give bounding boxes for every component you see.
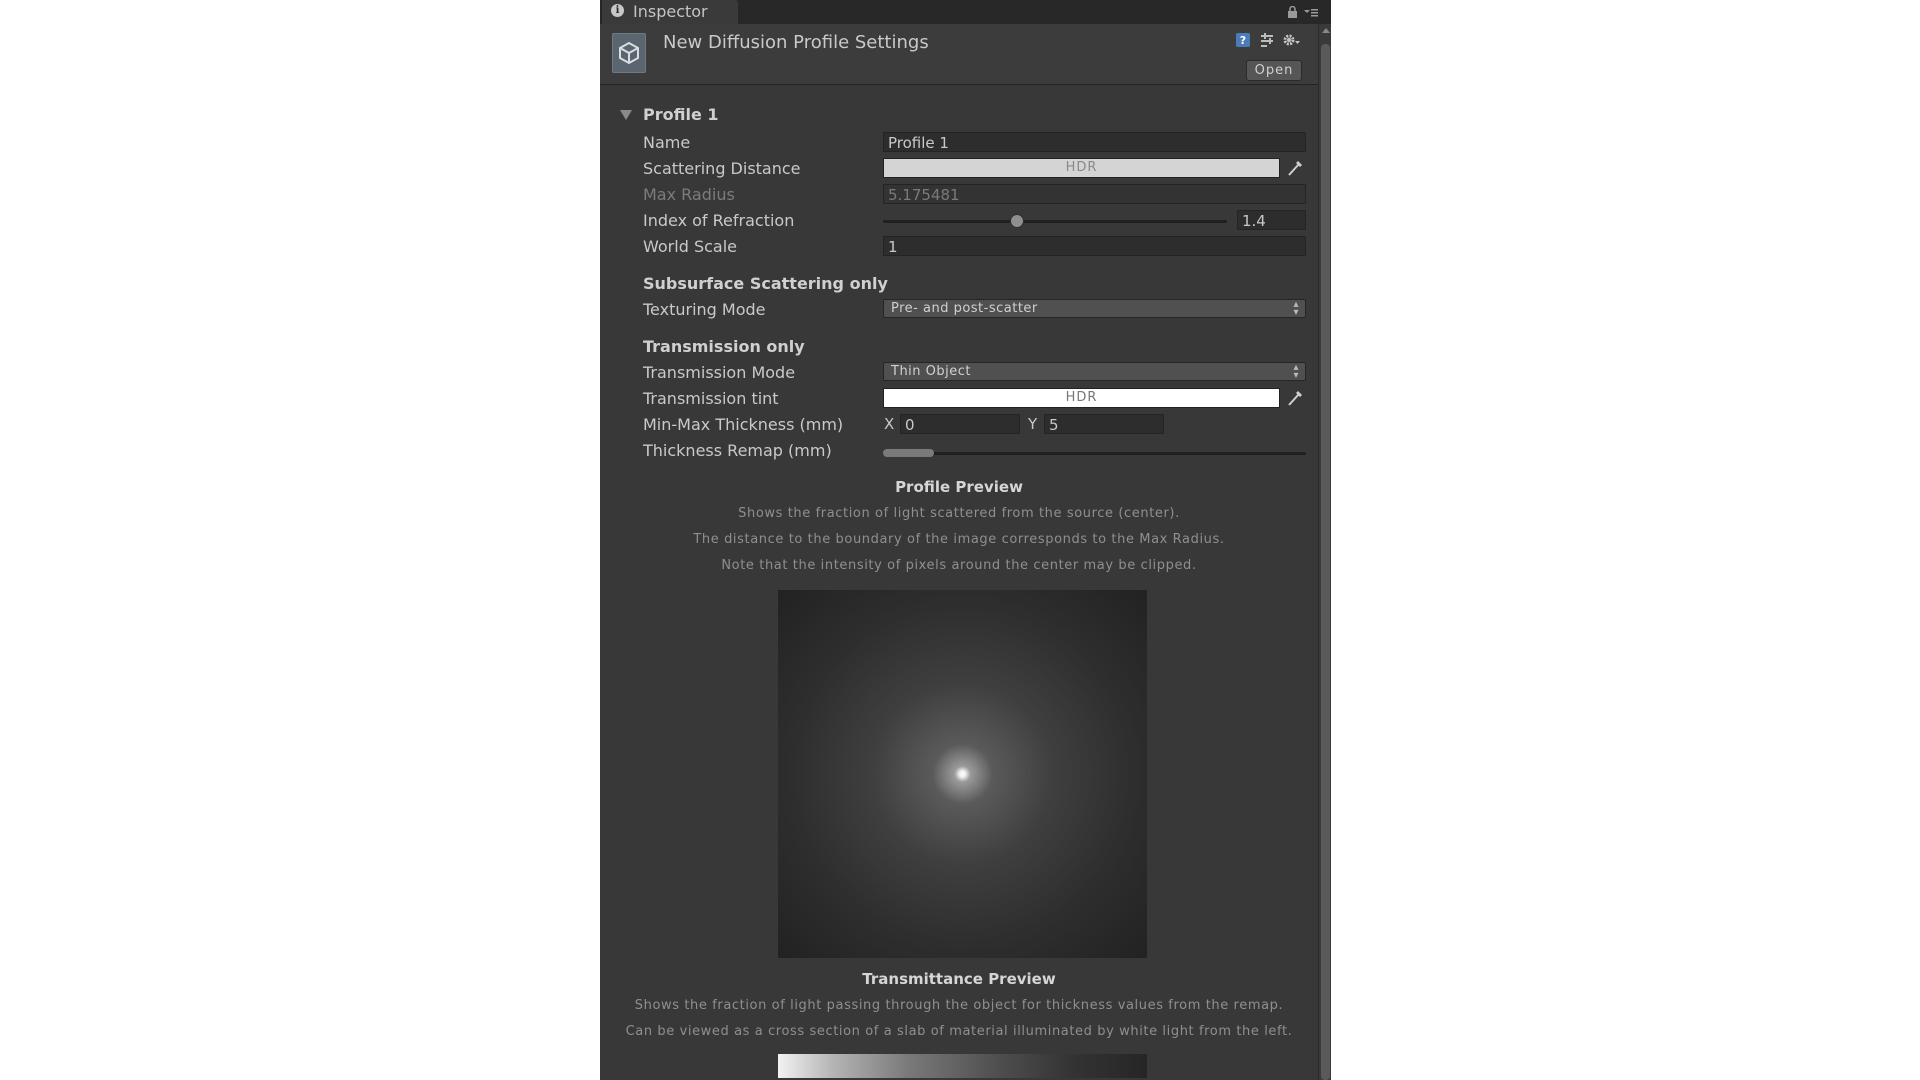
tab-menu-icon[interactable] [1304,6,1318,20]
dropdown-arrows-icon: ▴ ▾ [1293,299,1299,318]
thickness-x-label: X [884,415,895,433]
vertical-scrollbar[interactable] [1318,24,1331,1080]
unity-asset-icon [612,33,646,73]
hdr-tag: HDR [1065,390,1098,405]
help-icon[interactable]: ? [1234,32,1252,50]
preset-icon[interactable] [1258,32,1276,50]
ior-label: Index of Refraction [643,211,795,230]
open-button[interactable]: Open [1246,60,1302,81]
tab-bar: i Inspector [600,0,1331,24]
texturing-mode-dropdown[interactable]: Pre- and post-scatter ▴ ▾ [883,299,1306,318]
transmission-tint-color[interactable]: HDR [883,388,1280,408]
profile-preview-title: Profile Preview [895,478,1023,496]
ior-slider-track[interactable] [883,220,1227,223]
name-field[interactable]: Profile 1 [883,132,1306,152]
dropdown-arrows-icon: ▴ ▾ [1293,362,1299,381]
name-label: Name [643,133,691,152]
scattering-distance-color[interactable]: HDR [883,158,1280,178]
thickness-y-field[interactable]: 5 [1044,414,1164,434]
transmission-mode-label: Transmission Mode [643,363,796,382]
profile-preview-image [778,590,1147,958]
info-icon: i [611,4,624,17]
transmittance-preview-image [778,1054,1147,1078]
scrollbar-thumb[interactable] [1321,44,1330,1080]
ior-slider-knob[interactable] [1010,214,1025,228]
tab-label: Inspector [633,2,708,21]
inspector-header: New Diffusion Profile Settings ? Open [600,24,1318,85]
inspector-window: i Inspector New Diffusion Profile Settin… [600,0,1331,1080]
transmission-mode-value: Thin Object [891,364,972,379]
thickness-label: Min-Max Thickness (mm) [643,415,844,434]
eyedropper-icon[interactable] [1285,158,1305,178]
scroll-up-arrow-icon[interactable] [1322,28,1330,33]
profile-preview-line-3: Note that the intensity of pixels around… [721,558,1197,573]
eyedropper-icon[interactable] [1285,388,1305,408]
texturing-mode-label: Texturing Mode [643,300,766,319]
profile-preview-line-2: The distance to the boundary of the imag… [693,532,1225,547]
subsurface-heading: Subsurface Scattering only [643,274,888,293]
thickness-x-field[interactable]: 0 [900,414,1020,434]
gear-icon[interactable] [1282,32,1300,50]
foldout-label: Profile 1 [643,105,719,124]
max-radius-label: Max Radius [643,185,735,204]
asset-title: New Diffusion Profile Settings [663,32,929,53]
transmission-mode-dropdown[interactable]: Thin Object ▴ ▾ [883,362,1306,381]
thickness-remap-track[interactable] [883,452,1306,455]
texturing-mode-value: Pre- and post-scatter [891,301,1038,316]
foldout-arrow-icon [620,110,632,120]
thickness-remap-range[interactable] [883,449,934,457]
transmittance-preview-title: Transmittance Preview [862,970,1056,988]
profile-preview-line-1: Shows the fraction of light scattered fr… [738,506,1180,521]
scattering-distance-label: Scattering Distance [643,159,801,178]
transmittance-preview-line-2: Can be viewed as a cross section of a sl… [625,1024,1293,1039]
svg-text:?: ? [1240,34,1246,47]
transmission-heading: Transmission only [643,337,805,356]
ior-field[interactable]: 1.4 [1237,210,1306,230]
hdr-tag: HDR [1065,160,1098,175]
thickness-y-label: Y [1028,415,1038,433]
world-scale-field[interactable]: 1 [883,236,1306,256]
thickness-remap-label: Thickness Remap (mm) [643,441,832,460]
world-scale-label: World Scale [643,237,737,256]
tab-inspector[interactable]: i Inspector [602,0,738,24]
lock-icon[interactable] [1287,5,1298,20]
transmittance-preview-line-1: Shows the fraction of light passing thro… [634,998,1284,1013]
profile-foldout[interactable]: Profile 1 [616,104,1296,128]
max-radius-field: 5.175481 [883,184,1306,204]
transmission-tint-label: Transmission tint [643,389,779,408]
